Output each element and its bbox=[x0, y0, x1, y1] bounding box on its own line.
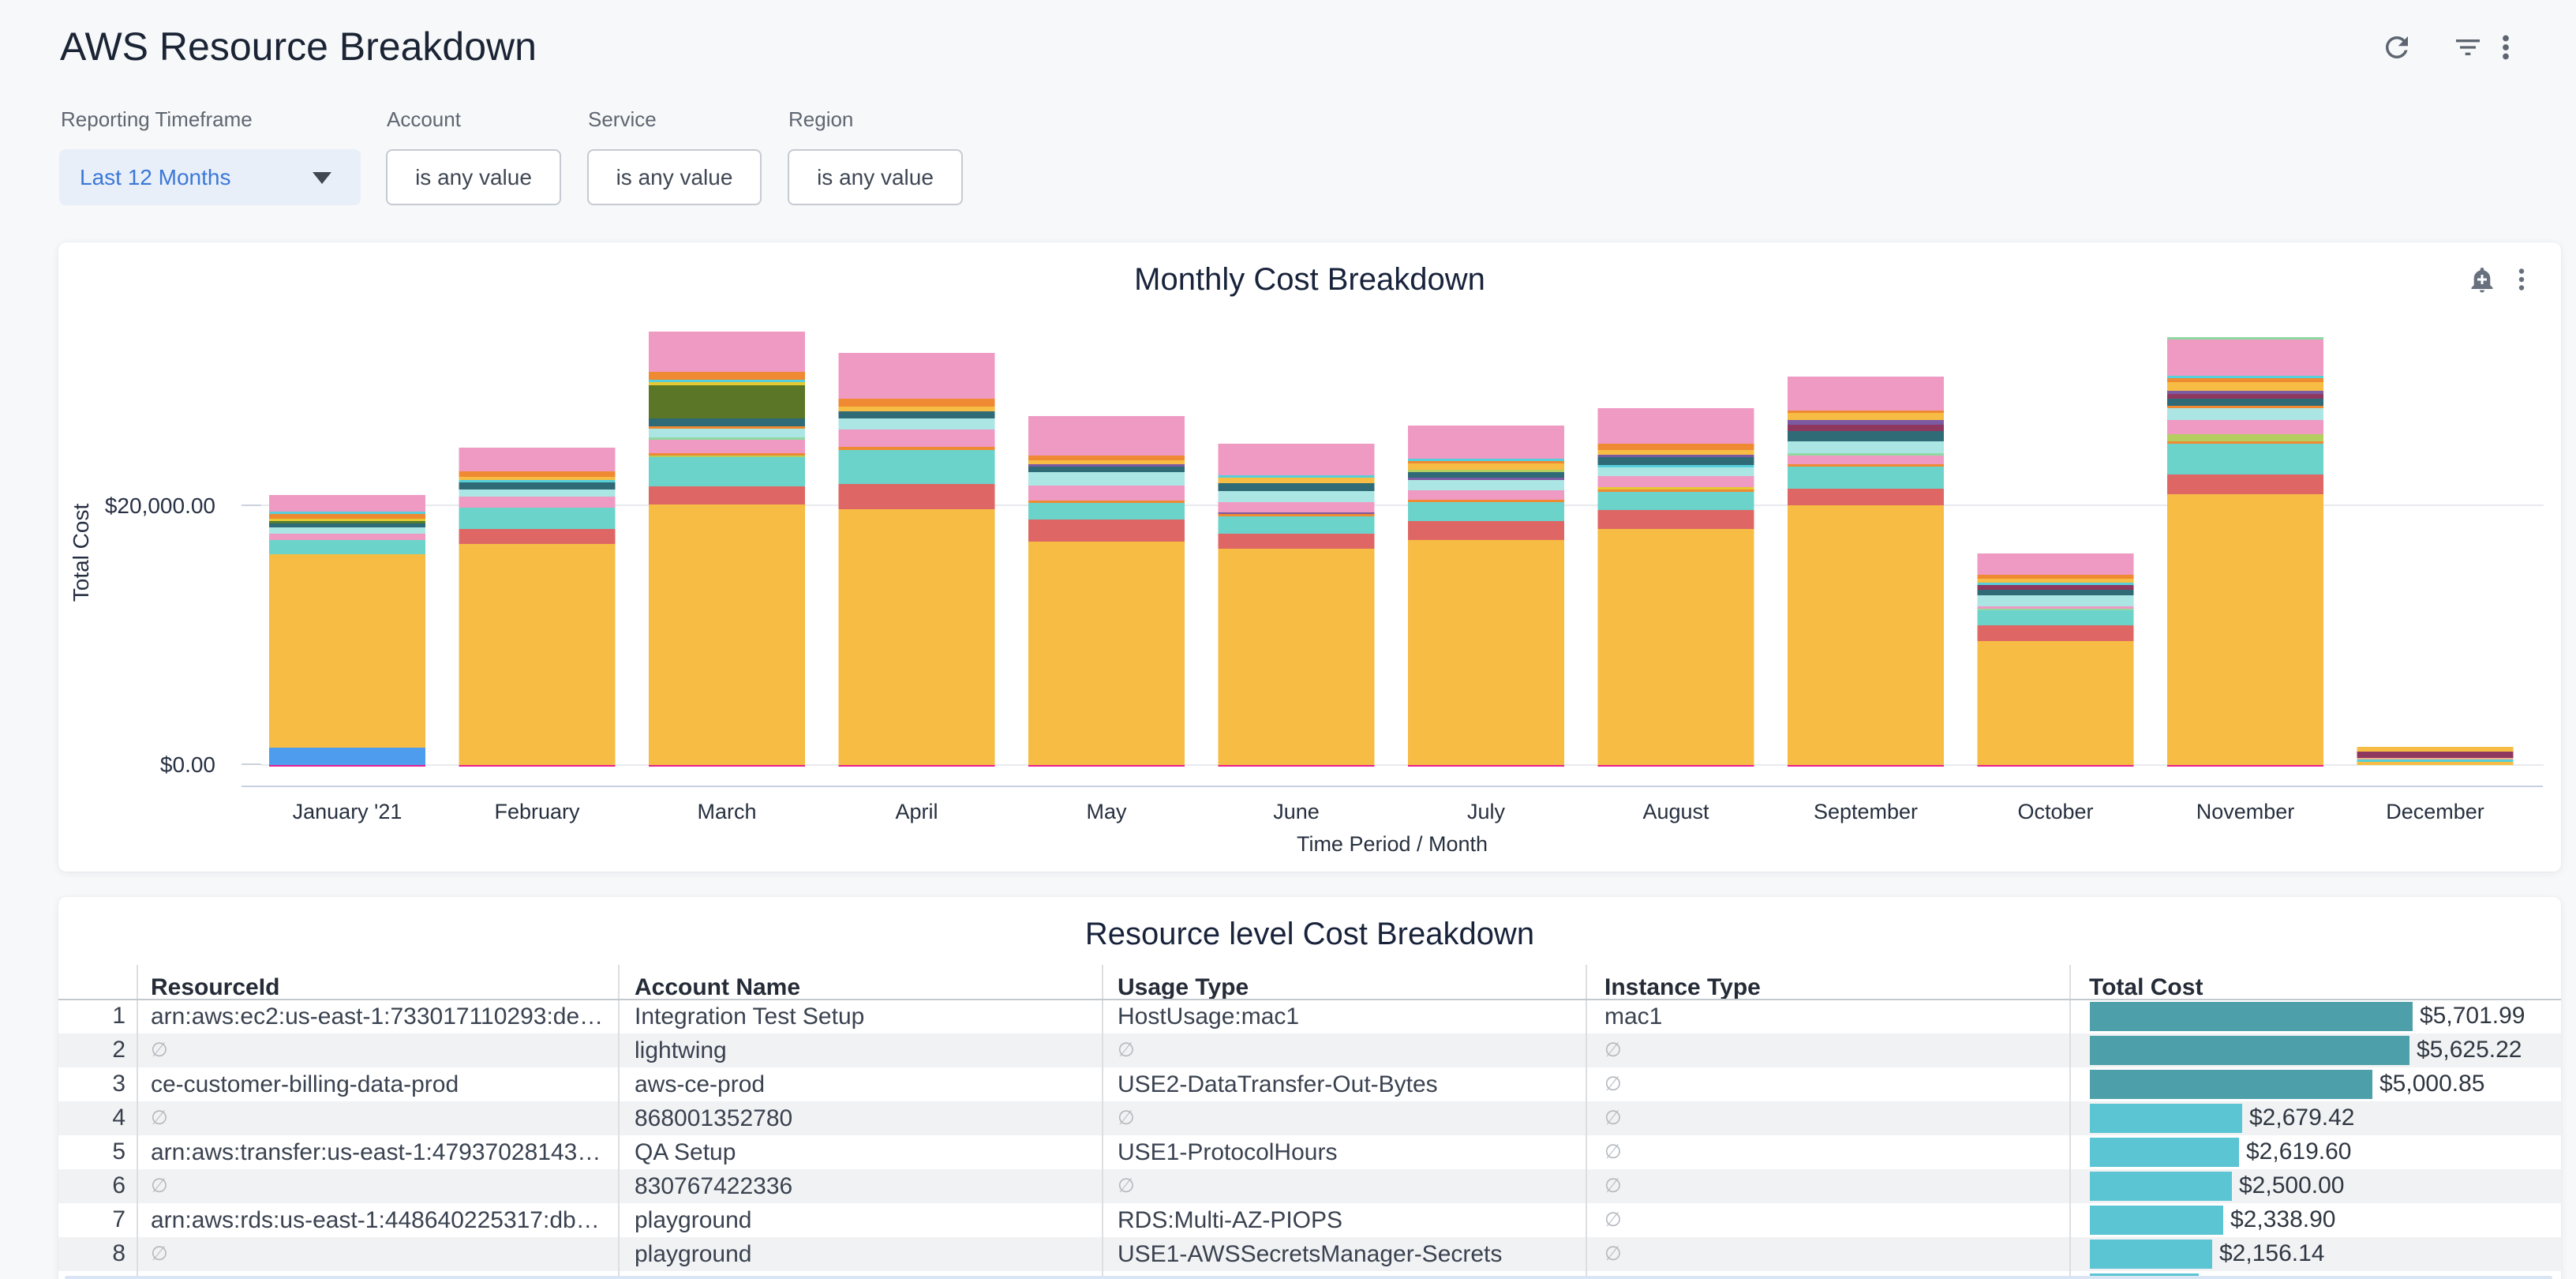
svg-text:Time Period / Month: Time Period / Month bbox=[1297, 832, 1488, 856]
svg-text:$0.00: $0.00 bbox=[160, 752, 215, 777]
svg-text:December: December bbox=[2386, 800, 2484, 823]
svg-text:November: November bbox=[2196, 800, 2295, 823]
svg-text:August: August bbox=[1642, 800, 1709, 823]
svg-text:July: July bbox=[1467, 800, 1506, 823]
svg-text:April: April bbox=[895, 800, 938, 823]
svg-text:October: October bbox=[2017, 800, 2093, 823]
svg-text:Total Cost: Total Cost bbox=[69, 504, 93, 602]
svg-text:May: May bbox=[1086, 800, 1127, 823]
svg-text:June: June bbox=[1273, 800, 1320, 823]
svg-text:January '21: January '21 bbox=[293, 800, 402, 823]
svg-text:$20,000.00: $20,000.00 bbox=[105, 493, 215, 518]
svg-text:March: March bbox=[697, 800, 756, 823]
svg-text:September: September bbox=[1814, 800, 1918, 823]
svg-text:February: February bbox=[494, 800, 580, 823]
